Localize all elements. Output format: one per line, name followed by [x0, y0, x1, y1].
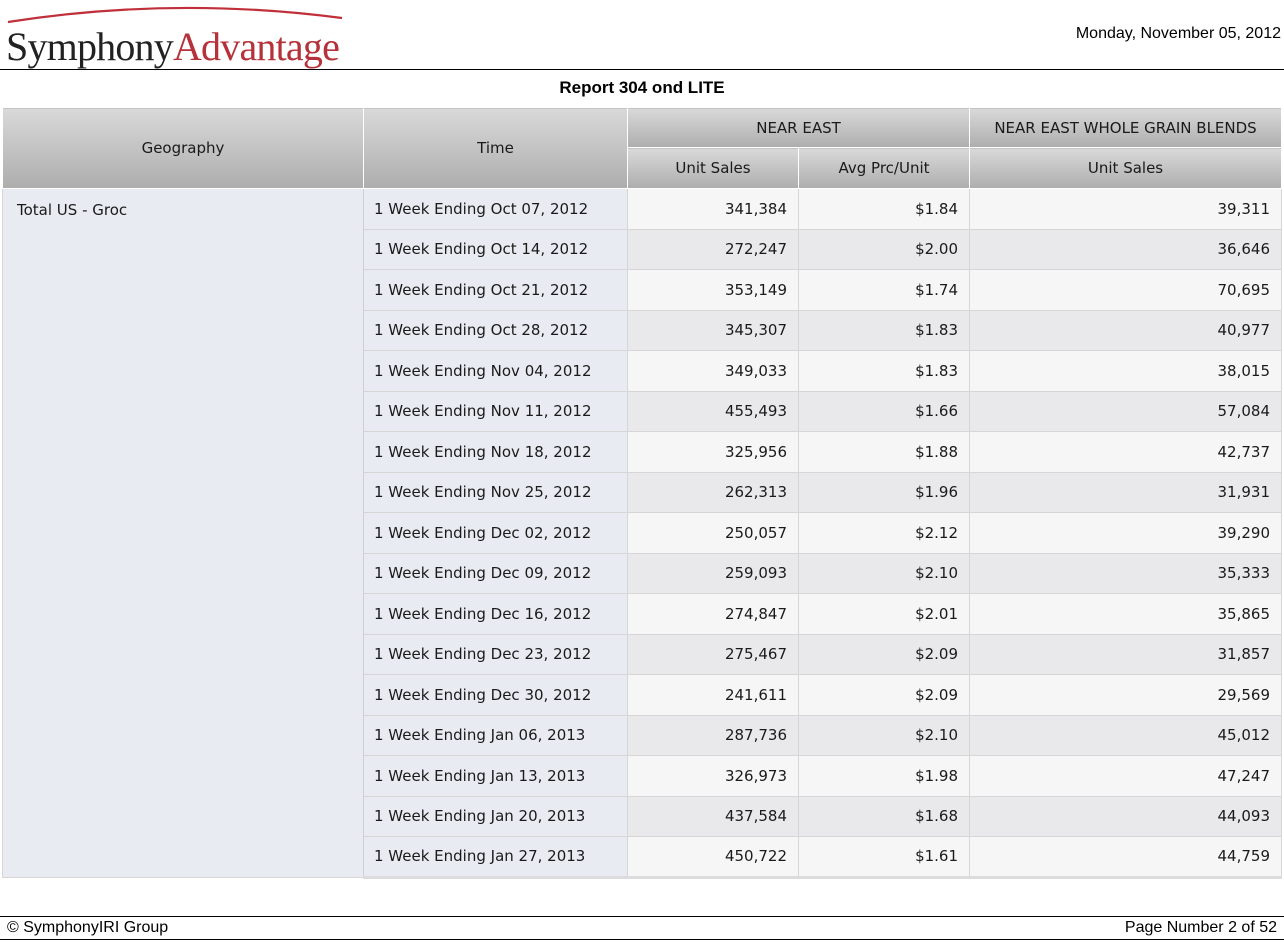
page-number: Page Number 2 of 52: [1124, 919, 1277, 936]
unit-sales-cell: 287,736: [627, 714, 799, 756]
sales-data-table: Geography Time NEAR EAST NEAR EAST WHOLE…: [2, 107, 1283, 879]
wg-unit-sales-cell: 29,569: [969, 674, 1283, 716]
time-cell: 1 Week Ending Nov 18, 2012: [363, 431, 628, 473]
avg-price-cell: $2.01: [797, 593, 971, 635]
unit-sales-cell: 341,384: [627, 188, 799, 230]
table-row: Total US - Groc 1 Week Ending Oct 07, 201…: [2, 188, 1283, 878]
avg-price-cell: $1.68: [797, 795, 971, 837]
time-cell: 1 Week Ending Jan 13, 2013: [363, 755, 628, 797]
unit-sales-cell: 262,313: [627, 471, 799, 513]
symphony-advantage-logo: SymphonyAdvantage: [4, 4, 349, 69]
unit-sales-cell: 259,093: [627, 552, 799, 594]
wg-unit-sales-cell: 39,311: [969, 188, 1283, 230]
avg-price-cell: $1.96: [797, 471, 971, 513]
avg-price-cell: $1.83: [797, 309, 971, 351]
wg-unit-sales-cell: 36,646: [969, 228, 1283, 270]
time-cell: 1 Week Ending Jan 06, 2013: [363, 714, 628, 756]
column-header-wg-unit-sales: Unit Sales: [969, 147, 1283, 189]
avg-price-cell: $2.10: [797, 714, 971, 756]
wg-unit-sales-cell: 47,247: [969, 755, 1283, 797]
time-cell: 1 Week Ending Jan 20, 2013: [363, 795, 628, 837]
wg-unit-sales-cell: 35,865: [969, 593, 1283, 635]
unit-sales-cell: 272,247: [627, 228, 799, 270]
unit-sales-cell: 345,307: [627, 309, 799, 351]
wg-unit-sales-cell: 31,931: [969, 471, 1283, 513]
copyright-text: © SymphonyIRI Group: [7, 919, 169, 936]
avg-price-cell: $1.98: [797, 755, 971, 797]
unit-sales-cell: 250,057: [627, 512, 799, 554]
avg-price-cell: $1.83: [797, 350, 971, 392]
wg-unit-sales-cell: 44,093: [969, 795, 1283, 837]
column-header-avg-price: Avg Prc/Unit: [797, 147, 971, 189]
unit-sales-cell: 325,956: [627, 431, 799, 473]
wg-unit-sales-cell: 35,333: [969, 552, 1283, 594]
wg-unit-sales-cell: 45,012: [969, 714, 1283, 756]
avg-price-cell: $1.84: [797, 188, 971, 230]
report-date: Monday, November 05, 2012: [1075, 25, 1281, 42]
avg-price-cell: $2.09: [797, 674, 971, 716]
group-header-whole-grain-blends: NEAR EAST WHOLE GRAIN BLENDS: [969, 107, 1283, 148]
unit-sales-cell: 275,467: [627, 633, 799, 675]
wg-unit-sales-cell: 44,759: [969, 836, 1283, 879]
avg-price-cell: $2.10: [797, 552, 971, 594]
unit-sales-cell: 274,847: [627, 593, 799, 635]
wg-unit-sales-cell: 70,695: [969, 269, 1283, 311]
time-cell: 1 Week Ending Oct 14, 2012: [363, 228, 628, 270]
column-header-unit-sales: Unit Sales: [627, 147, 799, 189]
logo-swoosh-icon: [7, 6, 343, 24]
unit-sales-cell: 455,493: [627, 390, 799, 432]
avg-price-cell: $1.66: [797, 390, 971, 432]
time-cell: 1 Week Ending Oct 07, 2012: [363, 188, 628, 230]
time-cell: 1 Week Ending Dec 16, 2012: [363, 593, 628, 635]
time-cell: 1 Week Ending Nov 11, 2012: [363, 390, 628, 432]
wg-unit-sales-cell: 42,737: [969, 431, 1283, 473]
report-header: SymphonyAdvantage Monday, November 05, 2…: [0, 0, 1284, 70]
avg-price-cell: $1.88: [797, 431, 971, 473]
column-header-geography: Geography: [2, 107, 364, 189]
footer-divider: [0, 939, 1284, 940]
report-footer: © SymphonyIRI Group Page Number 2 of 52: [0, 916, 1284, 946]
avg-price-cell: $2.09: [797, 633, 971, 675]
wg-unit-sales-cell: 31,857: [969, 633, 1283, 675]
unit-sales-cell: 326,973: [627, 755, 799, 797]
unit-sales-cell: 450,722: [627, 836, 799, 879]
unit-sales-cell: 437,584: [627, 795, 799, 837]
report-title: Report 304 ond LITE: [559, 78, 725, 97]
wg-unit-sales-cell: 40,977: [969, 309, 1283, 351]
avg-price-cell: $1.74: [797, 269, 971, 311]
wg-unit-sales-cell: 38,015: [969, 350, 1283, 392]
logo-text-symphony: Symphony: [6, 24, 174, 69]
unit-sales-cell: 349,033: [627, 350, 799, 392]
wg-unit-sales-cell: 39,290: [969, 512, 1283, 554]
logo-text-advantage: Advantage: [172, 24, 340, 69]
avg-price-cell: $2.00: [797, 228, 971, 270]
time-cell: 1 Week Ending Dec 23, 2012: [363, 633, 628, 675]
table-body: Total US - Groc 1 Week Ending Oct 07, 201…: [2, 188, 1283, 879]
time-cell: 1 Week Ending Nov 25, 2012: [363, 471, 628, 513]
time-cell: 1 Week Ending Dec 30, 2012: [363, 674, 628, 716]
time-cell: 1 Week Ending Dec 02, 2012: [363, 512, 628, 554]
time-cell: 1 Week Ending Oct 21, 2012: [363, 269, 628, 311]
unit-sales-cell: 353,149: [627, 269, 799, 311]
time-cell: 1 Week Ending Jan 27, 2013: [363, 836, 628, 879]
wg-unit-sales-cell: 57,084: [969, 390, 1283, 432]
column-header-time: Time: [363, 107, 628, 189]
time-cell: 1 Week Ending Oct 28, 2012: [363, 309, 628, 351]
data-table-container: Geography Time NEAR EAST NEAR EAST WHOLE…: [2, 107, 1283, 879]
geography-cell: Total US - Groc: [2, 188, 364, 878]
time-cell: 1 Week Ending Dec 09, 2012: [363, 552, 628, 594]
avg-price-cell: $1.61: [797, 836, 971, 879]
unit-sales-cell: 241,611: [627, 674, 799, 716]
time-cell: 1 Week Ending Nov 04, 2012: [363, 350, 628, 392]
avg-price-cell: $2.12: [797, 512, 971, 554]
group-header-near-east: NEAR EAST: [626, 107, 971, 148]
